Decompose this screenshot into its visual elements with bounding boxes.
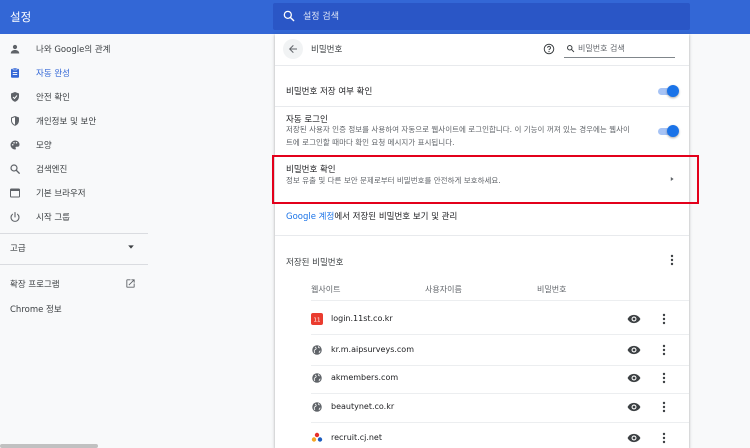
- power-icon: [10, 211, 20, 222]
- open-in-new-icon[interactable]: [125, 278, 136, 289]
- more-vert-icon[interactable]: [659, 432, 669, 444]
- page-title: 비밀번호: [311, 45, 343, 55]
- row-separator: [275, 155, 689, 156]
- check-passwords-row[interactable]: 비밀번호 확인 정보 유출 및 다른 보안 문제로부터 비밀번호를 안전하게 보…: [275, 158, 689, 201]
- back-button[interactable]: [283, 39, 303, 59]
- sidebar-item-about-chrome[interactable]: Chrome 정보: [10, 303, 62, 315]
- toggle-knob: [667, 125, 679, 137]
- check-passwords-title: 비밀번호 확인: [286, 165, 336, 175]
- sidebar-item-label: 나와 Google의 관계: [36, 45, 111, 55]
- row-separator: [311, 334, 689, 335]
- chevron-right-icon: [670, 177, 674, 181]
- globe-icon: [312, 345, 322, 355]
- sidebar-item-extensions[interactable]: 확장 프로그램: [10, 278, 60, 290]
- row-separator: [275, 106, 689, 107]
- google-account-text: 에서 저장된 비밀번호 보기 및 관리: [334, 212, 458, 222]
- column-header-username: 사용자이름: [425, 285, 462, 294]
- auto-signin-description: 저장된 사용자 인증 정보를 사용하여 자동으로 웹사이트에 로그인합니다. 이…: [286, 125, 630, 147]
- sidebar-item-label: 자동 완성: [36, 69, 70, 79]
- column-header-site: 웹사이트: [311, 285, 341, 294]
- check-passwords-description: 정보 유출 및 다른 보안 문제로부터 비밀번호를 안전하게 보호하세요.: [286, 176, 501, 185]
- person-icon: [10, 44, 20, 54]
- offer-to-save-toggle[interactable]: [657, 85, 679, 97]
- globe-icon: [312, 402, 322, 412]
- auto-signin-toggle[interactable]: [657, 125, 679, 137]
- toggle-knob: [667, 85, 679, 97]
- globe-icon: [312, 373, 322, 383]
- sidebar-item-privacy[interactable]: 개인정보 및 보안: [0, 109, 150, 133]
- sidebar-item-search-engine[interactable]: 검색엔진: [0, 157, 150, 181]
- site-name: beautynet.co.kr: [331, 402, 395, 411]
- password-row: recruit.cj.net: [275, 424, 689, 448]
- top-bar: 설정: [0, 0, 750, 34]
- search-icon: [283, 10, 295, 22]
- google-account-row: Google 계정에서 저장된 비밀번호 보기 및 관리: [286, 210, 457, 222]
- browser-icon: [10, 188, 20, 198]
- cj-icon: [311, 432, 323, 442]
- passwords-card: 비밀번호 비밀번호 저장 여부 확인 자동 로그인 저장된 사용자 인증 정보를…: [275, 34, 689, 448]
- column-header-password: 비밀번호: [537, 285, 567, 294]
- more-vert-icon[interactable]: [659, 401, 669, 413]
- sidebar-item-label: 기본 브라우저: [36, 189, 86, 199]
- password-search-box[interactable]: [564, 40, 675, 58]
- sidebar: 나와 Google의 관계 자동 완성 안전 확인 개인정보 및 보안 모양 검…: [0, 34, 150, 448]
- site-name: kr.m.aipsurveys.com: [331, 345, 414, 354]
- eye-icon[interactable]: [627, 401, 641, 413]
- search-icon: [567, 45, 575, 53]
- sidebar-item-you-and-google[interactable]: 나와 Google의 관계: [0, 37, 150, 61]
- search-icon: [10, 164, 20, 174]
- password-row: 11 login.11st.co.kr: [275, 305, 689, 334]
- sidebar-item-safety-check[interactable]: 안전 확인: [0, 85, 150, 109]
- settings-search-box[interactable]: [273, 3, 690, 30]
- sidebar-item-autofill[interactable]: 자동 완성: [0, 61, 150, 85]
- 11st-icon: 11: [311, 313, 323, 325]
- caret-down-icon[interactable]: [127, 243, 135, 251]
- clipboard-icon: [11, 67, 19, 78]
- sidebar-item-default-browser[interactable]: 기본 브라우저: [0, 181, 150, 205]
- password-row: kr.m.aipsurveys.com: [275, 336, 689, 365]
- eye-icon[interactable]: [627, 344, 641, 356]
- eye-icon[interactable]: [627, 372, 641, 384]
- sidebar-scrollbar[interactable]: [0, 444, 98, 448]
- arrow-back-icon: [289, 45, 297, 53]
- shield-check-icon: [11, 92, 19, 102]
- google-account-link[interactable]: Google 계정: [286, 212, 334, 222]
- more-vert-icon[interactable]: [659, 344, 669, 356]
- row-separator: [275, 235, 689, 236]
- sidebar-item-label: 모양: [36, 141, 52, 151]
- sidebar-item-label: 검색엔진: [36, 165, 68, 175]
- more-vert-icon[interactable]: [667, 254, 677, 266]
- sidebar-divider: [0, 233, 148, 234]
- offer-to-save-label: 비밀번호 저장 여부 확인: [286, 87, 373, 97]
- header-separator: [275, 65, 689, 66]
- sidebar-item-label: 시작 그룹: [36, 213, 70, 223]
- palette-icon: [10, 140, 20, 150]
- more-vert-icon[interactable]: [659, 313, 669, 325]
- password-row: akmembers.com: [275, 364, 689, 393]
- eye-icon[interactable]: [627, 432, 641, 444]
- shield-icon: [11, 116, 19, 126]
- settings-search-input[interactable]: [303, 8, 673, 25]
- password-search-input[interactable]: [578, 42, 673, 55]
- more-vert-icon[interactable]: [659, 372, 669, 384]
- app-title: 설정: [10, 10, 32, 24]
- sidebar-item-label: 안전 확인: [36, 93, 70, 103]
- eye-icon[interactable]: [627, 313, 641, 325]
- sidebar-item-appearance[interactable]: 모양: [0, 133, 150, 157]
- sidebar-item-on-startup[interactable]: 시작 그룹: [0, 205, 150, 229]
- help-icon[interactable]: [543, 43, 555, 55]
- svg-text:11: 11: [314, 318, 321, 324]
- row-separator: [311, 300, 689, 301]
- sidebar-divider: [0, 264, 148, 265]
- site-name: akmembers.com: [331, 373, 399, 382]
- site-name: recruit.cj.net: [331, 433, 382, 442]
- sidebar-item-label: 개인정보 및 보안: [36, 117, 97, 127]
- password-row: beautynet.co.kr: [275, 393, 689, 422]
- saved-passwords-title: 저장된 비밀번호: [286, 258, 344, 268]
- sidebar-item-advanced[interactable]: 고급: [10, 242, 26, 254]
- row-separator: [311, 422, 689, 423]
- site-name: login.11st.co.kr: [331, 314, 393, 323]
